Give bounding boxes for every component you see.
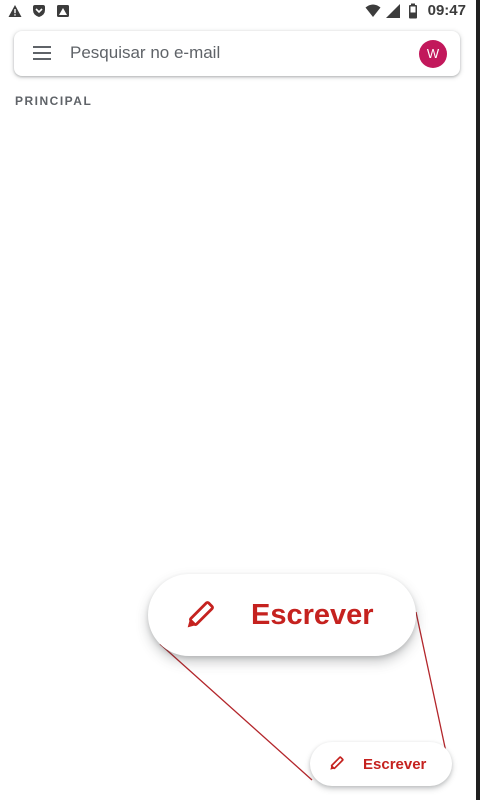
zoom-connector-line: [415, 611, 447, 753]
wifi-icon: [365, 4, 381, 17]
status-notification-icons: [8, 4, 70, 18]
avatar[interactable]: W: [419, 40, 447, 68]
image-icon: [57, 5, 69, 17]
compose-label-zoomed: Escrever: [251, 599, 374, 631]
search-input[interactable]: Pesquisar no e-mail: [70, 43, 220, 63]
compose-button-zoomed: Escrever: [148, 574, 416, 656]
screen-edge: [476, 0, 480, 800]
alert-triangle-icon: [8, 5, 22, 17]
zoom-connector-lines: [159, 611, 447, 781]
pencil-icon: [187, 601, 214, 628]
compose-label: Escrever: [363, 756, 427, 773]
section-label: PRINCIPAL: [15, 94, 93, 108]
shield-icon: [33, 5, 45, 17]
status-bar: 09:47: [0, 0, 476, 24]
zoom-connector-line: [159, 643, 313, 781]
search-bar[interactable]: Pesquisar no e-mail W: [14, 31, 460, 76]
status-time: 09:47: [427, 2, 466, 19]
pencil-icon: [330, 756, 344, 770]
compose-button[interactable]: Escrever: [310, 742, 452, 786]
battery-icon: [408, 3, 417, 19]
status-system-icons: 09:47: [365, 3, 466, 19]
menu-icon[interactable]: [33, 46, 51, 60]
signal-icon: [385, 4, 400, 18]
